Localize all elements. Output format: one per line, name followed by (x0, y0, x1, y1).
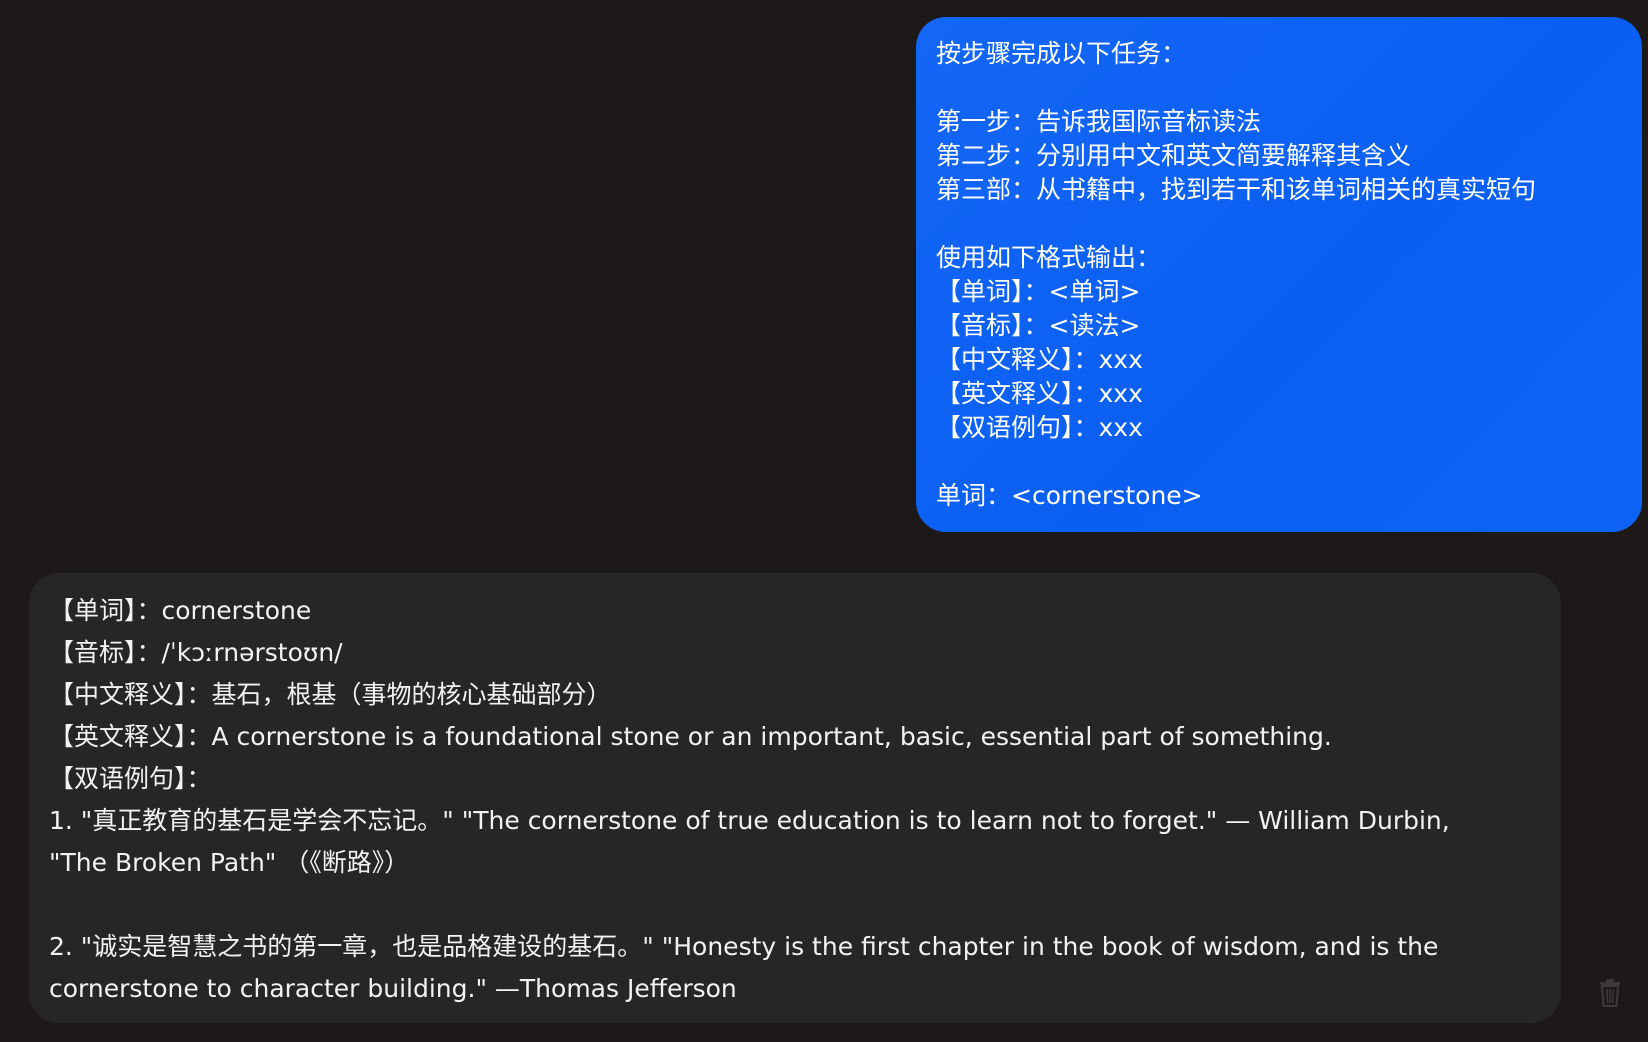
assistant-message-bubble: 【单词】：cornerstone 【音标】：/ˈkɔːrnərstoʊn/ 【中… (29, 573, 1561, 1023)
example-2-line-2: cornerstone to character building." —Tho… (49, 974, 737, 1003)
user-message-line: 单词：<cornerstone> (936, 481, 1203, 510)
english-definition-line: 【英文释义】：A cornerstone is a foundational s… (49, 722, 1332, 751)
user-message-line: 第二步：分别用中文和英文简要解释其含义 (936, 141, 1412, 170)
example-1-line-2: "The Broken Path" （《断路》） (49, 848, 410, 877)
user-message-blank-line (936, 445, 1622, 479)
user-message-line: 使用如下格式输出： (936, 243, 1162, 272)
trash-icon[interactable] (1598, 978, 1622, 1008)
assistant-blank-line (49, 884, 1541, 926)
user-message-line: 【英文释义】：xxx (936, 379, 1143, 408)
user-message-line: 【中文释义】：xxx (936, 345, 1143, 374)
user-message-line: 第一步：告诉我国际音标读法 (936, 107, 1262, 136)
chinese-definition-line: 【中文释义】：基石，根基（事物的核心基础部分） (49, 680, 612, 709)
example-2-line-1: 2. "诚实是智慧之书的第一章，也是品格建设的基石。" "Honesty is … (49, 932, 1439, 961)
chat-thread: 按步骤完成以下任务： 第一步：告诉我国际音标读法 第二步：分别用中文和英文简要解… (0, 0, 1648, 1042)
user-message-line: 第三部：从书籍中，找到若干和该单词相关的真实短句 (936, 175, 1537, 204)
user-message-line: 【音标】：<读法> (936, 311, 1141, 340)
user-message-bubble: 按步骤完成以下任务： 第一步：告诉我国际音标读法 第二步：分别用中文和英文简要解… (916, 17, 1642, 532)
word-line: 【单词】：cornerstone (49, 596, 312, 625)
user-message-blank-line (936, 71, 1622, 105)
user-message-line: 【单词】：<单词> (936, 277, 1141, 306)
user-message-line: 【双语例句】：xxx (936, 413, 1143, 442)
user-message-line: 按步骤完成以下任务： (936, 39, 1187, 68)
examples-label: 【双语例句】： (49, 764, 212, 793)
user-message-blank-line (936, 207, 1622, 241)
example-1-line-1: 1. "真正教育的基石是学会不忘记。" "The cornerstone of … (49, 806, 1450, 835)
phonetic-line: 【音标】：/ˈkɔːrnərstoʊn/ (49, 638, 343, 667)
